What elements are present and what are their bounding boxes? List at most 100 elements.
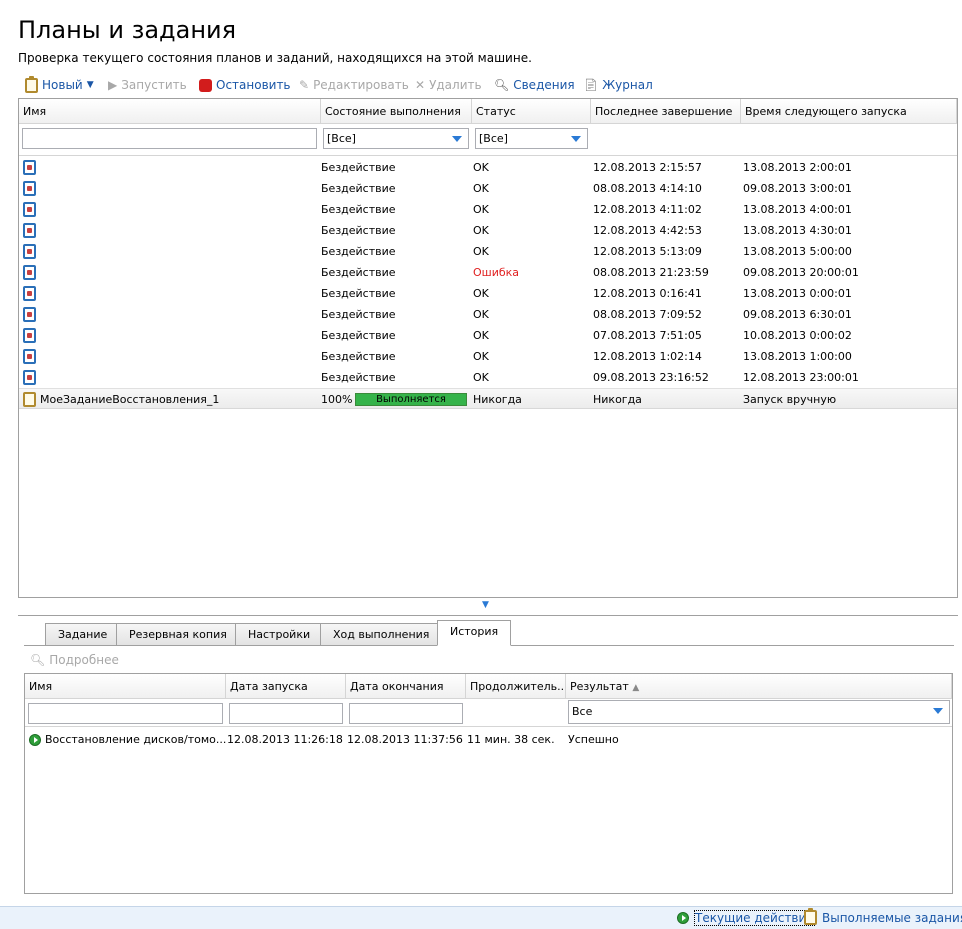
current-actions-link[interactable]: Текущие действия xyxy=(677,910,815,926)
hcol-result[interactable]: Результат ▲ xyxy=(566,674,952,699)
task-next: 13.08.2013 4:00:01 xyxy=(743,203,852,216)
hcol-result-label: Результат xyxy=(570,680,629,693)
table-row[interactable]: Бездействие OK 12.08.2013 0:16:41 13.08.… xyxy=(19,283,957,304)
task-next: 13.08.2013 2:00:01 xyxy=(743,161,852,174)
status-bar: Текущие действия Выполняемые задания: 1 xyxy=(0,906,962,929)
history-filter-row: Все xyxy=(25,699,952,727)
progress-label: Выполняется xyxy=(376,394,446,405)
task-state: Бездействие xyxy=(321,308,396,321)
details-label: Сведения xyxy=(513,78,575,92)
log-button[interactable]: 📄︎ Журнал xyxy=(583,77,653,93)
tab-history[interactable]: История xyxy=(437,620,512,646)
col-name[interactable]: Имя xyxy=(19,99,321,124)
task-status: OK xyxy=(473,371,489,384)
task-last: 08.08.2013 7:09:52 xyxy=(593,308,702,321)
table-row[interactable]: Бездействие OK 07.08.2013 7:51:05 10.08.… xyxy=(19,325,957,346)
task-next: 09.08.2013 3:00:01 xyxy=(743,182,852,195)
clipboard-icon xyxy=(804,908,817,925)
filter-row: [Все] [Все] xyxy=(19,124,957,156)
plans-grid: Имя Состояние выполнения Статус Последне… xyxy=(18,98,958,598)
sort-asc-icon: ▲ xyxy=(632,683,640,693)
task-last: 08.08.2013 4:14:10 xyxy=(593,182,702,195)
state-filter-select[interactable]: [Все] xyxy=(323,128,469,149)
task-state: Бездействие xyxy=(321,266,396,279)
task-state: Бездействие xyxy=(321,182,396,195)
hcol-end[interactable]: Дата окончания xyxy=(346,674,466,699)
task-last: 07.08.2013 7:51:05 xyxy=(593,329,702,342)
task-status: OK xyxy=(473,224,489,237)
tab-task[interactable]: Задание xyxy=(45,623,121,646)
run-button[interactable]: ▶ Запустить xyxy=(108,77,187,93)
hcol-name[interactable]: Имя xyxy=(25,674,226,699)
stop-button[interactable]: Остановить xyxy=(199,77,291,93)
hstart-filter-input[interactable] xyxy=(229,703,343,724)
page-subtitle: Проверка текущего состояния планов и зад… xyxy=(18,51,532,65)
delete-label: Удалить xyxy=(429,78,482,92)
task-state: Бездействие xyxy=(321,287,396,300)
table-row[interactable]: Бездействие OK 12.08.2013 5:13:09 13.08.… xyxy=(19,241,957,262)
task-status: OK xyxy=(473,350,489,363)
task-next: 13.08.2013 0:00:01 xyxy=(743,287,852,300)
details-button[interactable]: 🔍︎ Сведения xyxy=(494,77,575,93)
clipboard-icon xyxy=(25,75,38,93)
hcol-start[interactable]: Дата запуска xyxy=(226,674,346,699)
task-status: OK xyxy=(473,308,489,321)
tab-progress[interactable]: Ход выполнения xyxy=(320,623,443,646)
task-status: OK xyxy=(473,329,489,342)
hend-filter-input[interactable] xyxy=(349,703,463,724)
grid-header: Имя Состояние выполнения Статус Последне… xyxy=(19,99,957,124)
table-row[interactable]: Бездействие Ошибка 08.08.2013 21:23:59 0… xyxy=(19,262,957,283)
task-status: Ошибка xyxy=(473,266,520,279)
delete-button[interactable]: ✕ Удалить xyxy=(415,77,482,93)
tab-backup[interactable]: Резервная копия xyxy=(116,623,240,646)
task-state: Бездействие xyxy=(321,161,396,174)
task-icon xyxy=(23,223,36,238)
table-row[interactable]: Бездействие OK 08.08.2013 4:14:10 09.08.… xyxy=(19,178,957,199)
play-icon: ▶ xyxy=(108,78,118,92)
splitter[interactable]: ▼ xyxy=(18,598,958,616)
new-button[interactable]: Новый ▼ xyxy=(25,75,94,93)
task-next: 09.08.2013 20:00:01 xyxy=(743,266,859,279)
history-header: Имя Дата запуска Дата окончания Продолжи… xyxy=(25,674,952,699)
history-result: Успешно xyxy=(568,733,619,746)
table-row[interactable]: Бездействие OK 09.08.2013 23:16:52 12.08… xyxy=(19,367,957,388)
col-last[interactable]: Последнее завершение xyxy=(591,99,741,124)
status-filter-select[interactable]: [Все] xyxy=(475,128,588,149)
table-row-selected[interactable]: МоеЗаданиеВосстановления_1 100% Выполняет… xyxy=(19,388,957,409)
task-last: Никогда xyxy=(593,393,642,406)
task-status: OK xyxy=(473,203,489,216)
current-actions-label: Текущие действия xyxy=(694,910,815,926)
table-row[interactable]: Бездействие OK 12.08.2013 2:15:57 13.08.… xyxy=(19,157,957,178)
more-details-button[interactable]: 🔍︎ Подробнее xyxy=(30,652,119,668)
table-row[interactable]: Бездействие OK 12.08.2013 4:42:53 13.08.… xyxy=(19,220,957,241)
name-filter-input[interactable] xyxy=(22,128,317,149)
table-row[interactable]: Бездействие OK 08.08.2013 7:09:52 09.08.… xyxy=(19,304,957,325)
task-status: OK xyxy=(473,161,489,174)
task-last: 12.08.2013 0:16:41 xyxy=(593,287,702,300)
col-status[interactable]: Статус xyxy=(472,99,591,124)
task-last: 12.08.2013 4:11:02 xyxy=(593,203,702,216)
col-next[interactable]: Время следующего запуска xyxy=(741,99,957,124)
edit-button[interactable]: ✎ Редактировать xyxy=(299,77,409,93)
task-state: Бездействие xyxy=(321,350,396,363)
col-state[interactable]: Состояние выполнения xyxy=(321,99,472,124)
running-tasks-link[interactable]: Выполняемые задания: 1 xyxy=(804,908,962,925)
result-filter-select[interactable]: Все xyxy=(568,700,950,724)
task-icon xyxy=(23,328,36,343)
hname-filter-input[interactable] xyxy=(28,703,223,724)
stop-label: Остановить xyxy=(216,78,291,92)
table-row[interactable]: Бездействие OK 12.08.2013 4:11:02 13.08.… xyxy=(19,199,957,220)
tab-settings[interactable]: Настройки xyxy=(235,623,324,646)
task-status: OK xyxy=(473,182,489,195)
task-last: 12.08.2013 1:02:14 xyxy=(593,350,702,363)
hcol-duration[interactable]: Продолжитель... xyxy=(466,674,566,699)
progress-cell: 100% Выполняется xyxy=(321,389,481,410)
progress-percent: 100% xyxy=(321,393,353,406)
task-last: 09.08.2013 23:16:52 xyxy=(593,371,709,384)
history-row[interactable]: Восстановление дисков/томо... 12.08.2013… xyxy=(25,729,952,750)
task-last: 12.08.2013 4:42:53 xyxy=(593,224,702,237)
task-icon xyxy=(23,286,36,301)
running-tasks-label: Выполняемые задания: 1 xyxy=(822,910,962,925)
task-last: 08.08.2013 21:23:59 xyxy=(593,266,709,279)
table-row[interactable]: Бездействие OK 12.08.2013 1:02:14 13.08.… xyxy=(19,346,957,367)
